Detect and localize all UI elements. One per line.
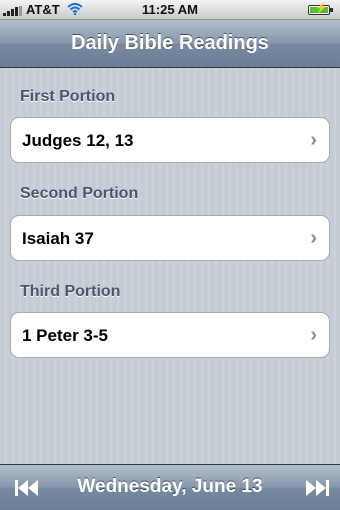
section-header-first: First Portion xyxy=(20,88,116,105)
status-bar: AT&T 11:25 AM ⚡ xyxy=(0,0,340,20)
reading-cell-second[interactable]: Isaiah 37 › xyxy=(10,215,330,261)
next-day-button[interactable] xyxy=(304,478,330,498)
chevron-right-icon: › xyxy=(310,227,317,249)
navigation-bar: Daily Bible Readings xyxy=(0,20,340,68)
section-header-third: Third Portion xyxy=(20,283,121,300)
reading-label: 1 Peter 3-5 xyxy=(22,326,108,345)
fast-forward-icon xyxy=(306,480,329,496)
bottom-toolbar: Wednesday, June 13 xyxy=(0,464,340,510)
chevron-right-icon: › xyxy=(310,129,317,151)
reading-label: Judges 12, 13 xyxy=(22,131,134,150)
chevron-right-icon: › xyxy=(310,324,317,346)
reading-cell-first[interactable]: Judges 12, 13 › xyxy=(10,117,330,163)
section-header-second: Second Portion xyxy=(20,185,139,202)
page-title: Daily Bible Readings xyxy=(71,32,269,54)
reading-label: Isaiah 37 xyxy=(22,229,94,248)
current-date: Wednesday, June 13 xyxy=(77,476,263,497)
battery-icon: ⚡ xyxy=(308,3,333,15)
status-time: 11:25 AM xyxy=(142,2,198,17)
reading-cell-third[interactable]: 1 Peter 3-5 › xyxy=(10,312,330,358)
readings-list: First Portion Judges 12, 13 › Second Por… xyxy=(0,68,340,464)
